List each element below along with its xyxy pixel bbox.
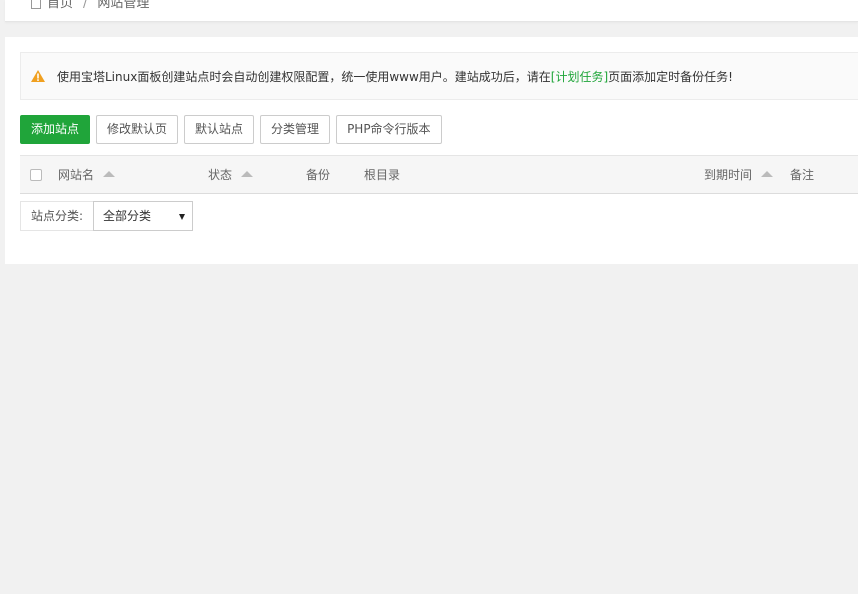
site-category-filter: 站点分类: 全部分类 xyxy=(20,201,194,231)
breadcrumb: 首页 / 网站管理 xyxy=(31,0,149,11)
column-label: 根目录 xyxy=(364,168,401,182)
add-site-button[interactable]: 添加站点 xyxy=(20,115,91,144)
home-icon xyxy=(31,0,41,9)
sort-asc-icon[interactable] xyxy=(103,170,116,177)
sort-asc-icon[interactable] xyxy=(761,170,774,177)
column-expire-time[interactable]: 到期时间 xyxy=(704,156,774,194)
column-label: 备注 xyxy=(790,168,815,182)
edit-default-page-button[interactable]: 修改默认页 xyxy=(96,115,179,144)
default-site-button[interactable]: 默认站点 xyxy=(184,115,255,144)
site-category-label: 站点分类: xyxy=(20,201,94,231)
column-backup: 备份 xyxy=(306,156,330,194)
notice-text: 使用宝塔Linux面板创建站点时会自动创建权限配置，统一使用www用户。建站成功… xyxy=(57,69,551,84)
breadcrumb-current: 网站管理 xyxy=(97,0,150,11)
breadcrumb-home[interactable]: 首页 xyxy=(47,0,73,11)
sites-table-header: 网站名 状态 备份 根目录 到期时间 备注 xyxy=(20,155,858,194)
category-manage-button[interactable]: 分类管理 xyxy=(260,115,331,144)
site-category-select[interactable]: 全部分类 xyxy=(93,201,194,231)
site-management-panel: 使用宝塔Linux面板创建站点时会自动创建权限配置，统一使用www用户。建站成功… xyxy=(5,37,858,264)
column-root-dir: 根目录 xyxy=(364,156,400,194)
notice-banner: 使用宝塔Linux面板创建站点时会自动创建权限配置，统一使用www用户。建站成功… xyxy=(20,52,858,100)
column-label: 状态 xyxy=(208,168,233,182)
column-label: 备份 xyxy=(306,168,331,182)
cron-task-link[interactable]: [计划任务] xyxy=(551,68,608,85)
site-category-selected: 全部分类 xyxy=(103,209,152,223)
notice-text-tail: 页面添加定时备份任务! xyxy=(608,69,733,84)
toolbar: 添加站点 修改默认页 默认站点 分类管理 PHP命令行版本 xyxy=(20,115,442,145)
warning-icon xyxy=(31,70,45,82)
column-label: 网站名 xyxy=(58,168,95,182)
column-status[interactable]: 状态 xyxy=(208,156,254,194)
chevron-down-icon xyxy=(179,214,186,220)
php-cli-version-button[interactable]: PHP命令行版本 xyxy=(336,115,442,144)
top-bar: 首页 / 网站管理 xyxy=(5,0,858,22)
column-label: 到期时间 xyxy=(704,168,753,182)
column-remark: 备注 xyxy=(790,156,814,194)
sort-asc-icon[interactable] xyxy=(241,170,254,177)
breadcrumb-separator: / xyxy=(83,0,88,11)
column-site-name[interactable]: 网站名 xyxy=(58,156,116,194)
select-all-checkbox[interactable] xyxy=(30,169,42,181)
